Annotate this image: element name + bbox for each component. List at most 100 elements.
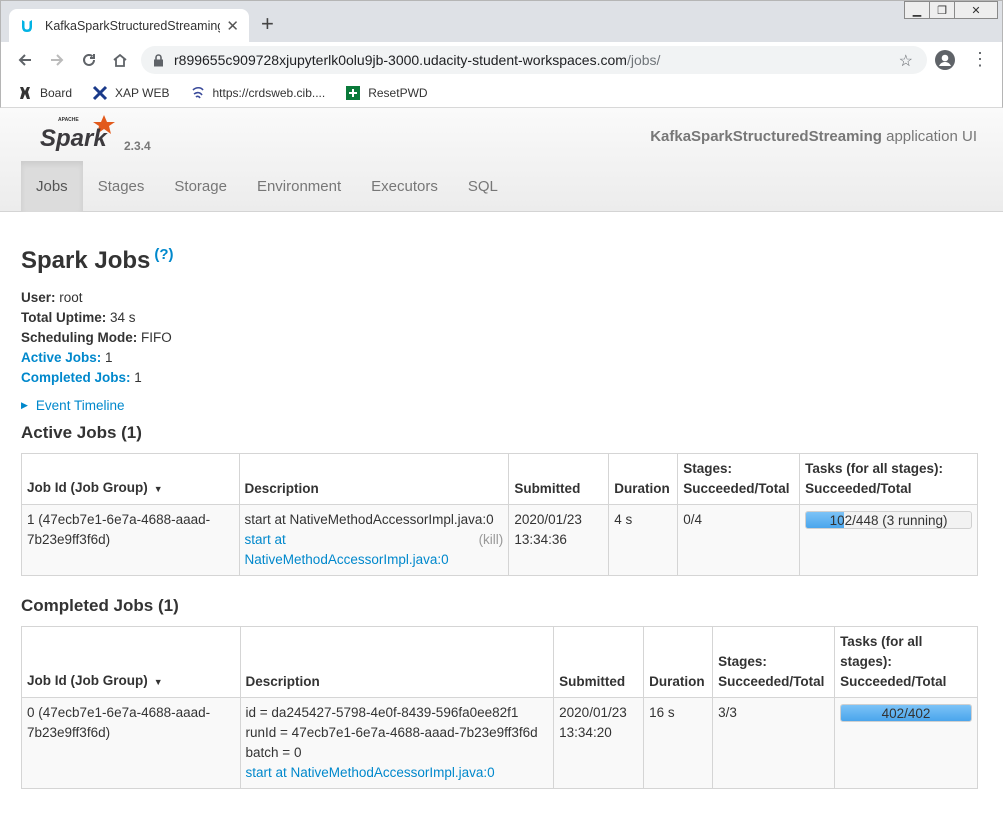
restore-icon[interactable]: ❐ — [929, 1, 955, 19]
col-tasks[interactable]: Tasks (for all stages): Succeeded/Total — [834, 626, 978, 698]
bookmark-board[interactable]: Board — [17, 85, 72, 101]
crdsweb-icon — [190, 85, 206, 101]
menu-icon[interactable]: ⋮ — [971, 49, 989, 69]
resetpwd-icon — [345, 85, 361, 101]
url-path: /jobs/ — [626, 52, 661, 68]
col-job-id[interactable]: Job Id (Job Group) ▼ — [21, 453, 240, 505]
description-runid: runId = 47ecb7e1-6e7a-4688-aaad-7b23e9ff… — [245, 725, 538, 740]
active-jobs-link[interactable]: Active Jobs: — [21, 350, 101, 365]
page-title-text: Spark Jobs — [21, 247, 151, 274]
summary-completed: Completed Jobs: 1 — [21, 368, 979, 388]
spark-nav: Jobs Stages Storage Environment Executor… — [21, 161, 513, 212]
home-icon[interactable] — [108, 48, 132, 72]
stages-cell: 3/3 — [712, 697, 835, 789]
col-description[interactable]: Description — [239, 626, 554, 698]
bookmark-label: ResetPWD — [368, 85, 428, 100]
summary-mode-value: FIFO — [137, 330, 172, 345]
duration-cell: 16 s — [643, 697, 713, 789]
summary-uptime-label: Total Uptime: — [21, 310, 107, 325]
svg-text:APACHE: APACHE — [58, 117, 79, 123]
summary-user-value: root — [55, 290, 83, 305]
job-id-cell: 0 (47ecb7e1-6e7a-4688-aaad-7b23e9ff3f6d) — [21, 697, 241, 789]
col-job-id[interactable]: Job Id (Job Group) ▼ — [21, 626, 241, 698]
bookmark-label: XAP WEB — [115, 85, 170, 100]
bookmarks-bar: Board XAP WEB https://crdsweb.cib.... Re… — [0, 78, 1003, 108]
table-row: 0 (47ecb7e1-6e7a-4688-aaad-7b23e9ff3f6d)… — [21, 697, 978, 789]
expand-triangle-icon: ▶ — [21, 400, 28, 410]
summary-user: User: root — [21, 288, 979, 308]
job-description-link[interactable]: start at NativeMethodAccessorImpl.java:0 — [245, 532, 449, 567]
forward-icon[interactable] — [45, 48, 69, 72]
event-timeline-label: Event Timeline — [35, 398, 125, 413]
description-id: id = da245427-5798-4e0f-8439-596fa0ee82f… — [245, 705, 519, 720]
svg-text:Spark: Spark — [40, 125, 108, 152]
profile-icon[interactable] — [935, 50, 955, 70]
udacity-icon — [22, 20, 32, 32]
kill-link[interactable]: (kill) — [479, 530, 504, 550]
bookmark-star-icon[interactable]: ☆ — [899, 51, 913, 71]
col-description[interactable]: Description — [238, 453, 509, 505]
completed-jobs-heading[interactable]: Completed Jobs (1) — [21, 596, 979, 616]
tab-sql[interactable]: SQL — [453, 161, 513, 212]
app-name: KafkaSparkStructuredStreaming — [650, 128, 882, 145]
table-header-row: Job Id (Job Group) ▼ Description Submitte… — [21, 453, 978, 505]
tab-stages[interactable]: Stages — [83, 161, 160, 212]
col-job-id-label: Job Id (Job Group) — [27, 480, 148, 495]
sort-down-icon: ▼ — [153, 677, 163, 687]
tasks-progress-text: 102/448 (3 running) — [829, 513, 948, 528]
tasks-cell: 402/402 — [834, 697, 978, 789]
col-duration[interactable]: Duration — [643, 626, 713, 698]
app-title: KafkaSparkStructuredStreaming applicatio… — [650, 128, 977, 145]
tab-environment[interactable]: Environment — [242, 161, 356, 212]
col-tasks[interactable]: Tasks (for all stages): Succeeded/Total — [799, 453, 978, 505]
description-cell: start at NativeMethodAccessorImpl.java:0… — [238, 504, 509, 576]
reload-icon[interactable] — [77, 48, 101, 72]
summary-active-value: 1 — [101, 350, 113, 365]
bookmark-label: Board — [40, 85, 73, 100]
browser-titlebar: KafkaSparkStructuredStreaming ✕ + ▁ ❐ ✕ — [0, 0, 1003, 43]
col-submitted[interactable]: Submitted — [508, 453, 609, 505]
description-batch: batch = 0 — [245, 745, 302, 760]
col-submitted[interactable]: Submitted — [553, 626, 644, 698]
job-id-cell: 1 (47ecb7e1-6e7a-4688-aaad-7b23e9ff3f6d) — [21, 504, 240, 576]
tasks-progress-bar: 402/402 — [840, 704, 972, 722]
back-icon[interactable] — [13, 48, 37, 72]
tasks-progress-bar: 102/448 (3 running) — [805, 511, 972, 529]
col-duration[interactable]: Duration — [608, 453, 678, 505]
board-icon — [17, 85, 33, 101]
event-timeline-toggle[interactable]: ▶ Event Timeline — [21, 398, 979, 413]
bookmark-xap-web[interactable]: XAP WEB — [92, 85, 170, 101]
app-title-suffix: application UI — [881, 128, 977, 145]
col-stages[interactable]: Stages: Succeeded/Total — [712, 626, 835, 698]
active-jobs-table: Job Id (Job Group) ▼ Description Submitte… — [21, 453, 978, 576]
summary-uptime: Total Uptime: 34 s — [21, 308, 979, 328]
completed-jobs-link[interactable]: Completed Jobs: — [21, 370, 131, 385]
bookmark-crdsweb[interactable]: https://crdsweb.cib.... — [190, 85, 325, 101]
spark-logo[interactable]: APACHE Spark — [38, 113, 122, 153]
browser-tab[interactable]: KafkaSparkStructuredStreaming ✕ — [9, 9, 249, 43]
sort-down-icon: ▼ — [153, 484, 163, 494]
close-tab-icon[interactable]: ✕ — [226, 17, 239, 35]
new-tab-button[interactable]: + — [261, 13, 274, 35]
address-bar[interactable]: r899655c909728xjupyterlk0olu9jb-3000.uda… — [141, 46, 927, 74]
table-row: 1 (47ecb7e1-6e7a-4688-aaad-7b23e9ff3f6d)… — [21, 504, 978, 576]
main-content: Spark Jobs (?) User: root Total Uptime: 3… — [21, 240, 979, 789]
job-description-link[interactable]: start at NativeMethodAccessorImpl.java:0 — [246, 763, 549, 783]
submitted-cell: 2020/01/23 13:34:20 — [553, 697, 644, 789]
minimize-icon[interactable]: ▁ — [904, 1, 930, 19]
tab-storage[interactable]: Storage — [159, 161, 242, 212]
tab-executors[interactable]: Executors — [356, 161, 453, 212]
active-jobs-heading[interactable]: Active Jobs (1) — [21, 423, 979, 443]
url-host: r899655c909728xjupyterlk0olu9jb-3000.uda… — [174, 52, 627, 68]
job-summary: User: root Total Uptime: 34 s Scheduling… — [21, 288, 979, 388]
spark-header: APACHE Spark 2.3.4 KafkaSparkStructuredS… — [0, 108, 1003, 212]
tab-jobs[interactable]: Jobs — [21, 161, 83, 212]
description-text: start at NativeMethodAccessorImpl.java:0 — [244, 512, 494, 527]
bookmark-resetpwd[interactable]: ResetPWD — [345, 85, 428, 101]
summary-mode: Scheduling Mode: FIFO — [21, 328, 979, 348]
window-close-icon[interactable]: ✕ — [954, 1, 998, 19]
tasks-cell: 102/448 (3 running) — [799, 504, 978, 576]
help-link[interactable]: (?) — [154, 246, 173, 263]
col-stages[interactable]: Stages: Succeeded/Total — [677, 453, 800, 505]
summary-user-label: User: — [21, 290, 56, 305]
